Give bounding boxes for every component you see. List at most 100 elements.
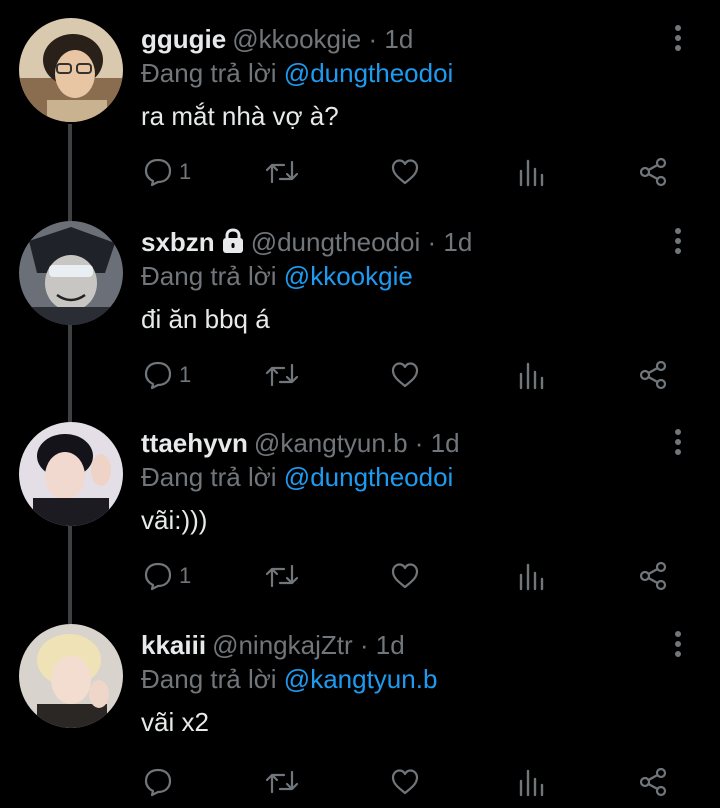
views-button[interactable] bbox=[517, 762, 545, 802]
reply-icon bbox=[144, 158, 172, 187]
reply-tweet[interactable]: kkaiii @ningkajZtr · 1d Đang trả lời @kan… bbox=[0, 606, 720, 808]
replying-to-line: Đang trả lời @kangtyun.b bbox=[141, 663, 437, 695]
reply-button[interactable] bbox=[143, 762, 179, 802]
reply-tweet[interactable]: sxbzn @dungtheodoi · 1d Đang trả lời @kko… bbox=[0, 203, 720, 405]
heart-icon bbox=[391, 362, 419, 388]
avatar[interactable] bbox=[19, 624, 123, 728]
retweet-button[interactable] bbox=[265, 152, 299, 192]
mention-link[interactable]: @dungtheodoi bbox=[284, 462, 454, 492]
analytics-icon bbox=[519, 769, 544, 797]
tweet-header: ttaehyvn @kangtyun.b · 1d bbox=[141, 427, 460, 459]
replying-to-label: Đang trả lời bbox=[141, 261, 277, 291]
retweet-icon bbox=[265, 160, 299, 184]
display-name[interactable]: ttaehyvn bbox=[141, 428, 248, 458]
retweet-button[interactable] bbox=[265, 556, 299, 596]
replying-to-line: Đang trả lời @dungtheodoi bbox=[141, 461, 453, 493]
display-name[interactable]: kkaiii bbox=[141, 630, 206, 660]
like-button[interactable] bbox=[390, 152, 420, 192]
like-button[interactable] bbox=[390, 355, 420, 395]
more-vertical-icon bbox=[675, 25, 681, 51]
reply-count: 1 bbox=[179, 159, 192, 184]
timestamp[interactable]: 1d bbox=[384, 24, 413, 54]
mention-link[interactable]: @kkookgie bbox=[284, 261, 413, 291]
views-button[interactable] bbox=[517, 152, 545, 192]
share-icon bbox=[639, 561, 667, 591]
views-button[interactable] bbox=[517, 355, 545, 395]
action-bar bbox=[0, 762, 720, 802]
share-button[interactable] bbox=[638, 556, 668, 596]
replying-to-line: Đang trả lời @kkookgie bbox=[141, 260, 413, 292]
tweet-text: ra mắt nhà vợ à? bbox=[141, 101, 339, 131]
timestamp[interactable]: 1d bbox=[376, 630, 405, 660]
more-options-button[interactable] bbox=[664, 428, 692, 458]
action-bar: 1 bbox=[0, 355, 720, 395]
analytics-icon bbox=[519, 362, 544, 390]
share-icon bbox=[639, 360, 667, 390]
reply-icon bbox=[144, 361, 172, 390]
separator-dot: · bbox=[414, 428, 424, 458]
reply-tweet[interactable]: ttaehyvn @kangtyun.b · 1d Đang trả lời @d… bbox=[0, 404, 720, 606]
action-bar: 1 bbox=[0, 556, 720, 596]
avatar[interactable] bbox=[19, 422, 123, 526]
display-name[interactable]: sxbzn bbox=[141, 227, 215, 257]
lock-icon bbox=[221, 228, 245, 261]
share-button[interactable] bbox=[638, 762, 668, 802]
tweet-header: sxbzn @dungtheodoi · 1d bbox=[141, 226, 472, 261]
retweet-icon bbox=[265, 770, 299, 794]
more-vertical-icon bbox=[675, 631, 681, 657]
reply-icon bbox=[144, 768, 172, 797]
tweet-text: vãi x2 bbox=[141, 707, 209, 737]
replying-to-label: Đang trả lời bbox=[141, 462, 277, 492]
reply-icon bbox=[144, 562, 172, 591]
heart-icon bbox=[391, 563, 419, 589]
reply-count: 1 bbox=[179, 362, 192, 387]
views-button[interactable] bbox=[517, 556, 545, 596]
tweet-text: vãi:))) bbox=[141, 505, 208, 535]
more-vertical-icon bbox=[675, 228, 681, 254]
share-icon bbox=[639, 157, 667, 187]
tweet-header: kkaiii @ningkajZtr · 1d bbox=[141, 629, 405, 661]
like-button[interactable] bbox=[390, 762, 420, 802]
share-button[interactable] bbox=[638, 152, 668, 192]
reply-count: 1 bbox=[179, 563, 192, 588]
user-handle[interactable]: @ningkajZtr bbox=[212, 630, 353, 660]
retweet-icon bbox=[265, 564, 299, 588]
avatar[interactable] bbox=[19, 221, 123, 325]
retweet-icon bbox=[265, 363, 299, 387]
share-icon bbox=[639, 767, 667, 797]
reply-button[interactable]: 1 bbox=[143, 355, 191, 395]
tweet-header: ggugie @kkookgie · 1d bbox=[141, 23, 413, 55]
retweet-button[interactable] bbox=[265, 355, 299, 395]
mention-link[interactable]: @kangtyun.b bbox=[284, 664, 438, 694]
separator-dot: · bbox=[359, 630, 369, 660]
heart-icon bbox=[391, 769, 419, 795]
like-button[interactable] bbox=[390, 556, 420, 596]
share-button[interactable] bbox=[638, 355, 668, 395]
analytics-icon bbox=[519, 159, 544, 187]
tweet-text: đi ăn bbq á bbox=[141, 304, 270, 334]
replying-to-line: Đang trả lời @dungtheodoi bbox=[141, 57, 453, 89]
timestamp[interactable]: 1d bbox=[443, 227, 472, 257]
separator-dot: · bbox=[368, 24, 378, 54]
more-options-button[interactable] bbox=[664, 227, 692, 257]
display-name[interactable]: ggugie bbox=[141, 24, 226, 54]
separator-dot: · bbox=[427, 227, 437, 257]
reply-button[interactable]: 1 bbox=[143, 556, 191, 596]
more-options-button[interactable] bbox=[664, 630, 692, 660]
timestamp[interactable]: 1d bbox=[431, 428, 460, 458]
more-options-button[interactable] bbox=[664, 24, 692, 54]
user-handle[interactable]: @dungtheodoi bbox=[251, 227, 421, 257]
reply-button[interactable]: 1 bbox=[143, 152, 191, 192]
heart-icon bbox=[391, 159, 419, 185]
user-handle[interactable]: @kangtyun.b bbox=[254, 428, 408, 458]
replying-to-label: Đang trả lời bbox=[141, 664, 277, 694]
avatar[interactable] bbox=[19, 18, 123, 122]
retweet-button[interactable] bbox=[265, 762, 299, 802]
reply-tweet[interactable]: ggugie @kkookgie · 1d Đang trả lời @dungt… bbox=[0, 0, 720, 202]
mention-link[interactable]: @dungtheodoi bbox=[284, 58, 454, 88]
action-bar: 1 bbox=[0, 152, 720, 192]
user-handle[interactable]: @kkookgie bbox=[232, 24, 361, 54]
replying-to-label: Đang trả lời bbox=[141, 58, 277, 88]
more-vertical-icon bbox=[675, 429, 681, 455]
analytics-icon bbox=[519, 563, 544, 591]
